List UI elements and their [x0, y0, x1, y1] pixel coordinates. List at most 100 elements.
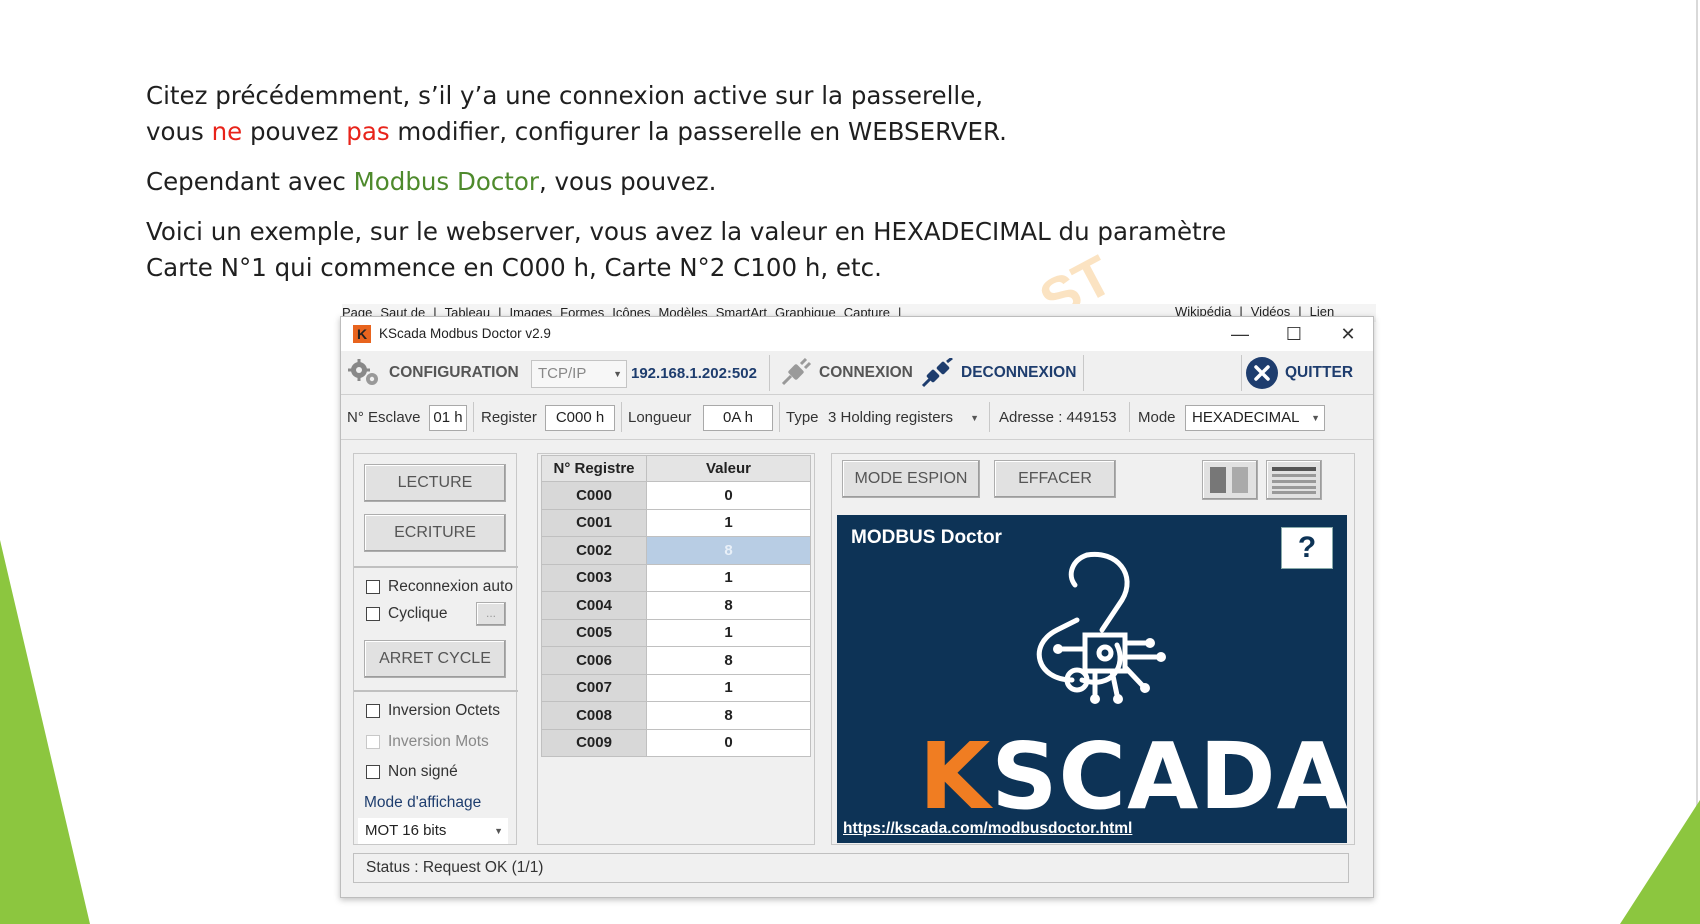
mode-select[interactable]: HEXADECIMAL ▼ — [1185, 405, 1325, 431]
modbus-doctor-title: MODBUS Doctor — [851, 527, 1002, 548]
table-row[interactable]: C001 1 — [541, 508, 811, 537]
chevron-down-icon: ▼ — [1311, 413, 1320, 423]
paragraph-2: Cependant avec Modbus Doctor, vous pouve… — [146, 164, 1386, 200]
register-value-cell[interactable]: 1 — [646, 508, 811, 537]
inversion-mots-checkbox[interactable]: Inversion Mots — [366, 733, 489, 751]
checkbox-box[interactable] — [366, 765, 380, 779]
column-header-registre: N° Registre — [541, 455, 647, 482]
arret-cycle-button[interactable]: ARRET CYCLE — [364, 640, 506, 678]
quitter-button[interactable]: QUITTER — [1245, 357, 1353, 389]
esclave-input[interactable]: 01 h — [429, 405, 467, 431]
split-view-button[interactable] — [1202, 460, 1258, 500]
maximize-button[interactable]: ☐ — [1271, 319, 1317, 349]
table-header-row: N° Registre Valeur — [541, 455, 811, 482]
slide-edge-line — [1696, 0, 1698, 924]
non-signe-label: Non signé — [388, 763, 458, 780]
register-value-cell[interactable]: 1 — [646, 618, 811, 647]
register-value-cell[interactable]: 0 — [646, 728, 811, 757]
protocol-value: TCP/IP — [538, 365, 587, 382]
register-value-cell[interactable]: 8 — [646, 536, 811, 565]
p3-line2: Carte N°1 qui commence en C000 h, Carte … — [146, 253, 882, 282]
p2b: , vous pouvez. — [538, 167, 717, 196]
plug-disconnect-icon — [921, 358, 953, 388]
inversion-octets-checkbox[interactable]: Inversion Octets — [366, 702, 500, 720]
green-triangle-left — [0, 540, 90, 924]
mode-value: HEXADECIMAL — [1192, 409, 1300, 426]
configuration-label: CONFIGURATION — [389, 364, 519, 381]
inversion-mots-label: Inversion Mots — [388, 733, 489, 750]
cycle-settings-button[interactable]: ... — [476, 602, 506, 626]
list-view-icon — [1272, 467, 1316, 494]
cyclique-label: Cyclique — [388, 605, 448, 622]
p1-line2c: modifier, configurer la passerelle en WE… — [389, 117, 1007, 146]
paragraph-3: Voici un exemple, sur le webserver, vous… — [146, 214, 1386, 286]
help-button[interactable]: ? — [1281, 527, 1333, 569]
deconnexion-button[interactable]: DECONNEXION — [921, 357, 1076, 389]
checkbox-box[interactable] — [366, 580, 380, 594]
ip-address: 192.168.1.202:502 — [631, 364, 757, 382]
register-value-cell[interactable]: 8 — [646, 646, 811, 675]
ecriture-button[interactable]: ECRITURE — [364, 514, 506, 552]
register-value-cell[interactable]: 8 — [646, 701, 811, 730]
close-button[interactable]: ✕ — [1325, 319, 1371, 349]
register-input[interactable]: C000 h — [545, 405, 615, 431]
table-row[interactable]: C006 8 — [541, 646, 811, 675]
param-separator — [473, 402, 474, 432]
table-row[interactable]: C005 1 — [541, 618, 811, 647]
toolbar-separator — [1083, 355, 1084, 391]
register-value-cell[interactable]: 1 — [646, 563, 811, 592]
status-bar: Status : Request OK (1/1) — [353, 853, 1349, 883]
minimize-button[interactable]: — — [1217, 319, 1263, 349]
register-value-cell[interactable]: 1 — [646, 673, 811, 702]
p1-line2a: vous — [146, 117, 212, 146]
register-value-cell[interactable]: 8 — [646, 591, 811, 620]
effacer-button[interactable]: EFFACER — [994, 460, 1116, 498]
chevron-down-icon: ▼ — [970, 413, 979, 423]
checkbox-box[interactable] — [366, 735, 380, 749]
list-view-button[interactable] — [1266, 460, 1322, 500]
kscada-brand-panel: MODBUS Doctor ? KSCADA https://kscada.co… — [837, 515, 1349, 843]
param-separator — [621, 402, 622, 432]
checkbox-box[interactable] — [366, 607, 380, 621]
register-address-cell: C008 — [541, 701, 647, 730]
register-address-cell: C003 — [541, 563, 647, 592]
split-view-icon — [1210, 467, 1248, 493]
reconnexion-auto-label: Reconnexion auto — [388, 578, 513, 595]
table-row[interactable]: C000 0 — [541, 481, 811, 510]
title-bar: K KScada Modbus Doctor v2.9 — ☐ ✕ — [341, 317, 1373, 351]
p1-line1: Citez précédemment, s’il y’a une connexi… — [146, 81, 984, 110]
kscada-website-link[interactable]: https://kscada.com/modbusdoctor.html — [843, 820, 1132, 838]
mode-affichage-select[interactable]: MOT 16 bits ▼ — [358, 818, 508, 844]
register-value-cell[interactable]: 0 — [646, 481, 811, 510]
table-row[interactable]: C002 8 — [541, 536, 811, 565]
word-pas: pas — [346, 117, 390, 146]
param-separator — [989, 402, 990, 432]
connexion-button[interactable]: CONNEXION — [779, 357, 913, 389]
kscada-logo-text: SCADA — [991, 723, 1349, 830]
table-row[interactable]: C003 1 — [541, 563, 811, 592]
type-select[interactable]: 3 Holding registers ▼ — [821, 405, 984, 431]
modbus-doctor-window: K KScada Modbus Doctor v2.9 — ☐ ✕ CONFIG… — [340, 316, 1374, 898]
configuration-button[interactable]: CONFIGURATION — [347, 357, 519, 389]
cyclique-checkbox[interactable]: Cyclique — [366, 605, 447, 623]
table-row[interactable]: C008 8 — [541, 701, 811, 730]
longueur-input[interactable]: 0A h — [703, 405, 773, 431]
longueur-label: Longueur — [628, 409, 692, 426]
lecture-button[interactable]: LECTURE — [364, 464, 506, 502]
register-address-cell: C000 — [541, 481, 647, 510]
toolbar-separator — [1241, 355, 1242, 391]
register-label: Register — [481, 409, 537, 426]
param-separator — [1129, 402, 1130, 432]
checkbox-box[interactable] — [366, 704, 380, 718]
table-row[interactable]: C007 1 — [541, 673, 811, 702]
table-row[interactable]: C004 8 — [541, 591, 811, 620]
protocol-select[interactable]: TCP/IP ▼ — [531, 360, 627, 388]
reconnexion-auto-checkbox[interactable]: Reconnexion auto — [366, 578, 513, 596]
adresse-readout: Adresse : 449153 — [999, 409, 1117, 426]
register-address-cell: C009 — [541, 728, 647, 757]
non-signe-checkbox[interactable]: Non signé — [366, 763, 458, 781]
table-row[interactable]: C009 0 — [541, 728, 811, 757]
mode-espion-button[interactable]: MODE ESPION — [842, 460, 980, 498]
panel-separator — [354, 566, 518, 568]
register-table: N° Registre Valeur C000 0 C001 1 C002 8 C003 1 C… — [541, 455, 811, 757]
